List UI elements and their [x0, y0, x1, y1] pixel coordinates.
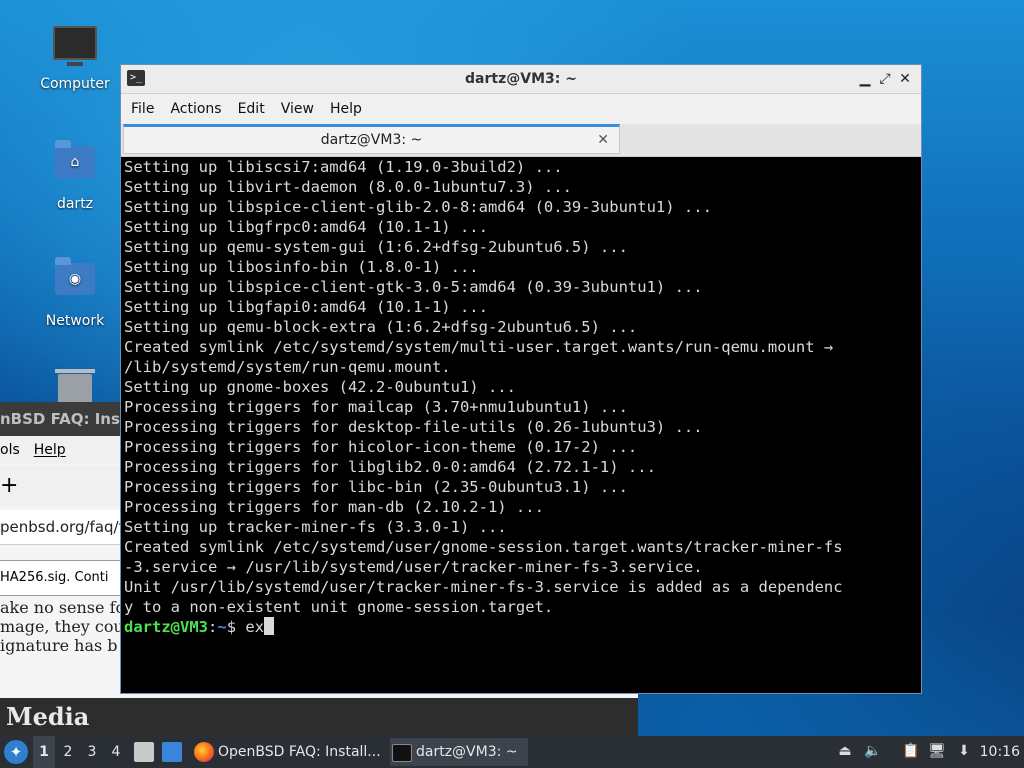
show-desktop-icon[interactable] — [162, 742, 182, 762]
menu-edit[interactable]: Edit — [230, 94, 273, 124]
terminal-line: Setting up tracker-miner-fs (3.3.0-1) ..… — [124, 518, 507, 536]
terminal-icon — [392, 744, 412, 762]
terminal-menubar: File Actions Edit View Help — [121, 94, 921, 124]
typed-command[interactable]: ex — [245, 618, 264, 636]
terminal-line: Setting up libosinfo-bin (1.8.0-1) ... — [124, 258, 479, 276]
terminal-tabbar: dartz@VM3: ~ ✕ — [121, 124, 921, 157]
menu-file[interactable]: File — [123, 94, 162, 124]
network-folder-icon: ◉ — [53, 257, 97, 307]
terminal-titlebar[interactable]: >_ dartz@VM3: ~ ▁ ⤢ ✕ — [121, 65, 921, 94]
new-tab-button[interactable]: + — [0, 466, 130, 506]
taskbar: ✦ 1 2 3 4 OpenBSD FAQ: Install... dartz@… — [0, 736, 1024, 768]
terminal-line: -3.service → /usr/lib/systemd/user/track… — [124, 558, 703, 576]
desktop-icon-label: Network — [45, 313, 105, 329]
desktop-icon-network[interactable]: ◉ Network — [30, 257, 120, 329]
removable-media-icon[interactable]: ⏏ — [836, 742, 854, 760]
page-heading-bar — [0, 698, 638, 736]
terminal-line: Setting up qemu-block-extra (1:6.2+dfsg-… — [124, 318, 638, 336]
menu-help[interactable]: Help — [322, 94, 370, 124]
taskbar-task-terminal[interactable]: dartz@VM3: ~ — [390, 738, 528, 766]
menu-view[interactable]: View — [273, 94, 322, 124]
tab-label: dartz@VM3: ~ — [320, 132, 423, 148]
updates-icon[interactable]: ⬇ — [955, 742, 973, 760]
desktop-icon-label: Computer — [40, 76, 110, 92]
prompt-symbol: $ — [226, 618, 246, 636]
page-heading: Media — [6, 702, 90, 731]
page-text-line: ake no sense fo — [0, 598, 126, 617]
terminal-line: Setting up qemu-system-gui (1:6.2+dfsg-2… — [124, 238, 628, 256]
firefox-icon — [194, 742, 214, 762]
desktop-icon-home[interactable]: ⌂ dartz — [30, 140, 120, 212]
clock[interactable]: 10:16 — [980, 736, 1020, 768]
taskbar-task-browser[interactable]: OpenBSD FAQ: Install... — [192, 738, 381, 766]
page-text-line: mage, they cou — [0, 617, 124, 636]
window-title: dartz@VM3: ~ — [465, 71, 577, 87]
terminal-line: Unit /usr/lib/systemd/user/tracker-miner… — [124, 578, 843, 596]
prompt-user: dartz@VM3 — [124, 618, 208, 636]
tab-close-icon[interactable]: ✕ — [597, 127, 609, 153]
terminal-line: Created symlink /etc/systemd/user/gnome-… — [124, 538, 843, 556]
terminal-line: Processing triggers for hicolor-icon-the… — [124, 438, 638, 456]
minimize-button[interactable]: ▁ — [855, 65, 875, 93]
network-icon[interactable]: 🖥 — [928, 742, 946, 760]
terminal-prompt-line[interactable]: dartz@VM3:~$ ex — [124, 617, 919, 637]
window-controls: ▁ ⤢ ✕ — [855, 65, 915, 93]
terminal-line: y to a non-existent unit gnome-session.t… — [124, 598, 554, 616]
prompt-path: ~ — [217, 618, 227, 636]
home-folder-icon: ⌂ — [53, 140, 97, 190]
terminal-line: Processing triggers for desktop-file-uti… — [124, 418, 703, 436]
page-text-line: ignature has b — [0, 636, 118, 655]
browser-menu-help[interactable]: Help — [34, 442, 66, 458]
text-cursor — [264, 617, 275, 635]
terminal-line: Processing triggers for libglib2.0-0:amd… — [124, 458, 656, 476]
browser-page-text: ake no sense fo mage, they cou ignature … — [0, 598, 130, 668]
browser-title: nBSD FAQ: Inst — [0, 402, 130, 436]
browser-menubar: ols Help — [0, 436, 130, 464]
close-button[interactable]: ✕ — [895, 65, 915, 93]
terminal-line: Setting up libgfapi0:amd64 (10.1-1) ... — [124, 298, 488, 316]
terminal-line: Processing triggers for man-db (2.10.2-1… — [124, 498, 544, 516]
desktop-icon-label: dartz — [56, 196, 94, 212]
terminal-window[interactable]: >_ dartz@VM3: ~ ▁ ⤢ ✕ File Actions Edit View H… — [120, 64, 922, 694]
workspace-2[interactable]: 2 — [57, 736, 79, 768]
terminal-line: Processing triggers for libc-bin (2.35-0… — [124, 478, 628, 496]
maximize-button[interactable]: ⤢ — [875, 65, 895, 93]
terminal-line: /lib/systemd/system/run-qemu.mount. — [124, 358, 451, 376]
browser-menu-tools[interactable]: ols — [0, 442, 20, 458]
task-label: OpenBSD FAQ: Install... — [218, 744, 381, 760]
desktop-icon-computer[interactable]: Computer — [30, 22, 120, 92]
terminal-screen[interactable]: Setting up libiscsi7:amd64 (1.19.0-3buil… — [123, 157, 919, 691]
clipboard-icon[interactable]: 📋 — [902, 742, 920, 760]
start-menu-icon[interactable]: ✦ — [4, 740, 28, 764]
terminal-line: Setting up libspice-client-gtk-3.0-5:amd… — [124, 278, 703, 296]
computer-icon — [53, 26, 97, 70]
terminal-tab[interactable]: dartz@VM3: ~ ✕ — [123, 124, 620, 154]
task-label: dartz@VM3: ~ — [416, 744, 518, 760]
terminal-line: Setting up libvirt-daemon (8.0.0-1ubuntu… — [124, 178, 572, 196]
terminal-line: Setting up libgfrpc0:amd64 (10.1-1) ... — [124, 218, 488, 236]
terminal-line: Setting up libspice-client-glib-2.0-8:am… — [124, 198, 712, 216]
terminal-line: Setting up libiscsi7:amd64 (1.19.0-3buil… — [124, 158, 563, 176]
menu-actions[interactable]: Actions — [162, 94, 229, 124]
terminal-line: Created symlink /etc/systemd/system/mult… — [124, 338, 834, 356]
volume-icon[interactable]: 🔈 — [864, 742, 882, 760]
workspace-3[interactable]: 3 — [81, 736, 103, 768]
terminal-output: Setting up libiscsi7:amd64 (1.19.0-3buil… — [123, 157, 919, 637]
terminal-line: Setting up gnome-boxes (42.2-0ubuntu1) .… — [124, 378, 516, 396]
workspace-1[interactable]: 1 — [33, 736, 55, 768]
browser-notice-bar: HA256.sig. Conti — [0, 560, 130, 596]
terminal-line: Processing triggers for mailcap (3.70+nm… — [124, 398, 628, 416]
prompt-separator: : — [208, 618, 218, 636]
file-manager-icon[interactable] — [134, 742, 154, 762]
browser-url-bar[interactable]: penbsd.org/faq/faq — [0, 510, 130, 545]
workspace-4[interactable]: 4 — [105, 736, 127, 768]
